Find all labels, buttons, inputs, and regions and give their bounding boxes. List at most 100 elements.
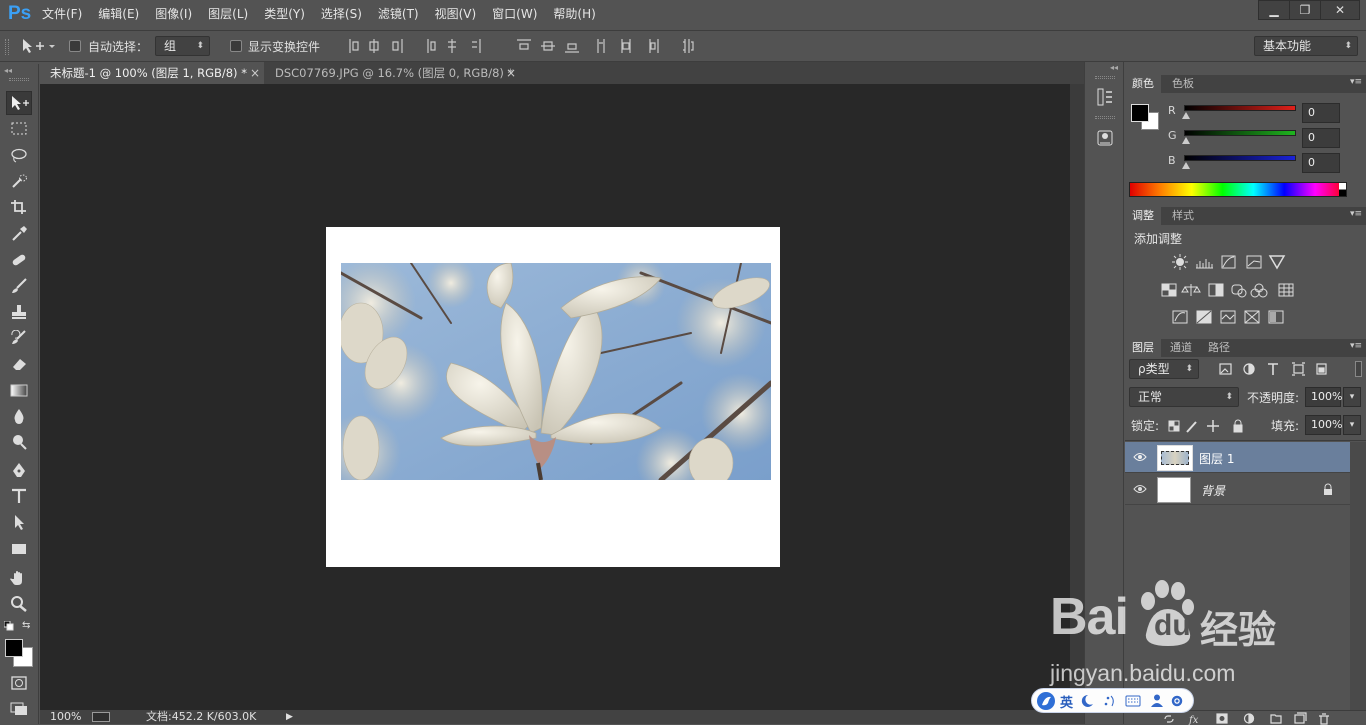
zoom-level[interactable]: 100% (50, 710, 81, 724)
layer-filter-icons[interactable] (1219, 362, 1349, 376)
ime-toolbar[interactable]: 英 (1031, 688, 1194, 713)
properties-panel-icon[interactable] (1095, 128, 1115, 148)
channel-r-value[interactable]: 0 (1302, 103, 1340, 123)
zoom-tool-icon[interactable] (6, 592, 32, 616)
blend-mode-dropdown[interactable]: 正常 ⬍ (1129, 387, 1239, 407)
dodge-tool-icon[interactable] (6, 430, 32, 454)
fill-input[interactable]: 100% (1305, 415, 1342, 435)
ime-logo-icon[interactable] (1037, 692, 1055, 710)
layer-filter-dropdown[interactable]: ρ类型 ⬍ (1129, 359, 1199, 379)
channel-r-slider[interactable] (1184, 105, 1296, 111)
auto-select-checkbox[interactable] (69, 40, 81, 52)
move-tool-icon[interactable] (6, 91, 32, 115)
tab-styles[interactable]: 样式 (1165, 207, 1201, 225)
channel-b-value[interactable]: 0 (1302, 153, 1340, 173)
tab-adjustments[interactable]: 调整 (1125, 207, 1161, 225)
menu-edit[interactable]: 编辑(E) (90, 0, 147, 28)
opacity-input[interactable]: 100% (1305, 387, 1342, 407)
default-colors-icon[interactable] (4, 621, 14, 631)
menu-layer[interactable]: 图层(L) (200, 0, 256, 28)
preview-icon[interactable] (92, 712, 110, 722)
layer-row[interactable]: 背景 (1125, 474, 1350, 505)
type-tool-icon[interactable] (6, 484, 32, 508)
layer-name[interactable]: 图层 1 (1199, 450, 1234, 467)
crop-tool-icon[interactable] (6, 195, 32, 219)
document-canvas[interactable] (326, 227, 780, 567)
panel-menu-icon[interactable]: ▾≡ (1350, 209, 1362, 219)
canvas-area[interactable] (40, 84, 1070, 710)
menu-help[interactable]: 帮助(H) (545, 0, 603, 28)
channel-g-value[interactable]: 0 (1302, 128, 1340, 148)
menu-filter[interactable]: 滤镜(T) (370, 0, 427, 28)
auto-select-dropdown[interactable]: 组 ⬍ (155, 36, 210, 56)
document-tab[interactable]: DSC07769.JPG @ 16.7% (图层 0, RGB/8) * (265, 62, 520, 84)
layer-footer-icons[interactable]: fx (1161, 712, 1361, 725)
eyedropper-tool-icon[interactable] (6, 221, 32, 245)
tab-close-icon[interactable]: × (250, 66, 260, 80)
tab-layers[interactable]: 图层 (1125, 339, 1161, 357)
quick-selection-tool-icon[interactable] (6, 169, 32, 193)
show-transform-checkbox[interactable] (230, 40, 242, 52)
collapse-icon[interactable]: ◂◂ (4, 66, 12, 75)
opacity-dropdown-icon[interactable]: ▾ (1343, 387, 1361, 407)
fill-dropdown-icon[interactable]: ▾ (1343, 415, 1361, 435)
ime-icons[interactable] (1080, 693, 1190, 709)
workspace-dropdown[interactable]: 基本功能 ⬍ (1254, 36, 1358, 56)
ime-language[interactable]: 英 (1060, 692, 1073, 711)
tab-channels[interactable]: 通道 (1163, 339, 1199, 357)
layer-name[interactable]: 背景 (1201, 482, 1225, 499)
menu-select[interactable]: 选择(S) (313, 0, 370, 28)
restore-button[interactable]: ❐ (1289, 0, 1321, 20)
menu-image[interactable]: 图像(I) (147, 0, 200, 28)
menu-view[interactable]: 视图(V) (427, 0, 485, 28)
brush-tool-icon[interactable] (6, 274, 32, 298)
slider-handle-icon[interactable] (1182, 112, 1190, 119)
gradient-tool-icon[interactable] (6, 378, 32, 402)
pen-tool-icon[interactable] (6, 458, 32, 482)
color-spectrum[interactable] (1129, 182, 1347, 197)
tab-color[interactable]: 颜色 (1125, 75, 1161, 93)
blur-tool-icon[interactable] (6, 404, 32, 428)
layer-row-selected[interactable]: 图层 1 (1125, 442, 1350, 473)
minimize-button[interactable]: ▁ (1258, 0, 1290, 20)
lasso-tool-icon[interactable] (6, 143, 32, 167)
move-tool-preset-icon[interactable] (20, 37, 56, 55)
menu-window[interactable]: 窗口(W) (484, 0, 545, 28)
quick-mask-icon[interactable] (6, 671, 32, 695)
close-window-button[interactable]: ✕ (1320, 0, 1360, 20)
path-selection-tool-icon[interactable] (6, 510, 32, 534)
lock-icons[interactable] (1168, 419, 1248, 433)
hand-tool-icon[interactable] (6, 566, 32, 590)
slider-handle-icon[interactable] (1182, 162, 1190, 169)
document-tab-active[interactable]: 未标题-1 @ 100% (图层 1, RGB/8) * (40, 62, 264, 84)
tab-swatches[interactable]: 色板 (1165, 75, 1201, 93)
align-distribute-buttons (340, 36, 695, 56)
healing-brush-tool-icon[interactable] (6, 248, 32, 272)
visibility-eye-icon[interactable] (1133, 483, 1147, 495)
menu-type[interactable]: 类型(Y) (256, 0, 313, 28)
marquee-tool-icon[interactable] (6, 117, 32, 141)
rectangle-tool-icon[interactable] (6, 537, 32, 561)
status-menu-arrow-icon[interactable]: ▶ (286, 710, 293, 724)
history-brush-tool-icon[interactable] (6, 326, 32, 350)
layers-scrollbar[interactable] (1350, 442, 1366, 712)
tab-paths[interactable]: 路径 (1201, 339, 1237, 357)
channel-g-slider[interactable] (1184, 130, 1296, 136)
panel-menu-icon[interactable]: ▾≡ (1350, 341, 1362, 351)
panel-menu-icon[interactable]: ▾≡ (1350, 77, 1362, 87)
eraser-tool-icon[interactable] (6, 352, 32, 376)
foreground-color-swatch[interactable] (1131, 104, 1149, 122)
foreground-color-swatch[interactable] (5, 639, 23, 657)
slider-handle-icon[interactable] (1182, 137, 1190, 144)
filter-toggle[interactable] (1355, 361, 1362, 377)
baidu-jingyan-watermark: Bai du 经验 jingyan.baidu.com (1040, 575, 1330, 695)
channel-b-slider[interactable] (1184, 155, 1296, 161)
collapse-icon[interactable]: ◂◂ (1110, 63, 1118, 72)
screen-mode-icon[interactable] (6, 696, 32, 720)
menu-file[interactable]: 文件(F) (34, 0, 90, 28)
history-panel-icon[interactable] (1095, 87, 1115, 107)
visibility-eye-icon[interactable] (1133, 451, 1147, 463)
swap-colors-icon[interactable]: ⇆ (22, 620, 30, 631)
tab-close-icon[interactable]: × (506, 66, 516, 80)
clone-stamp-tool-icon[interactable] (6, 300, 32, 324)
